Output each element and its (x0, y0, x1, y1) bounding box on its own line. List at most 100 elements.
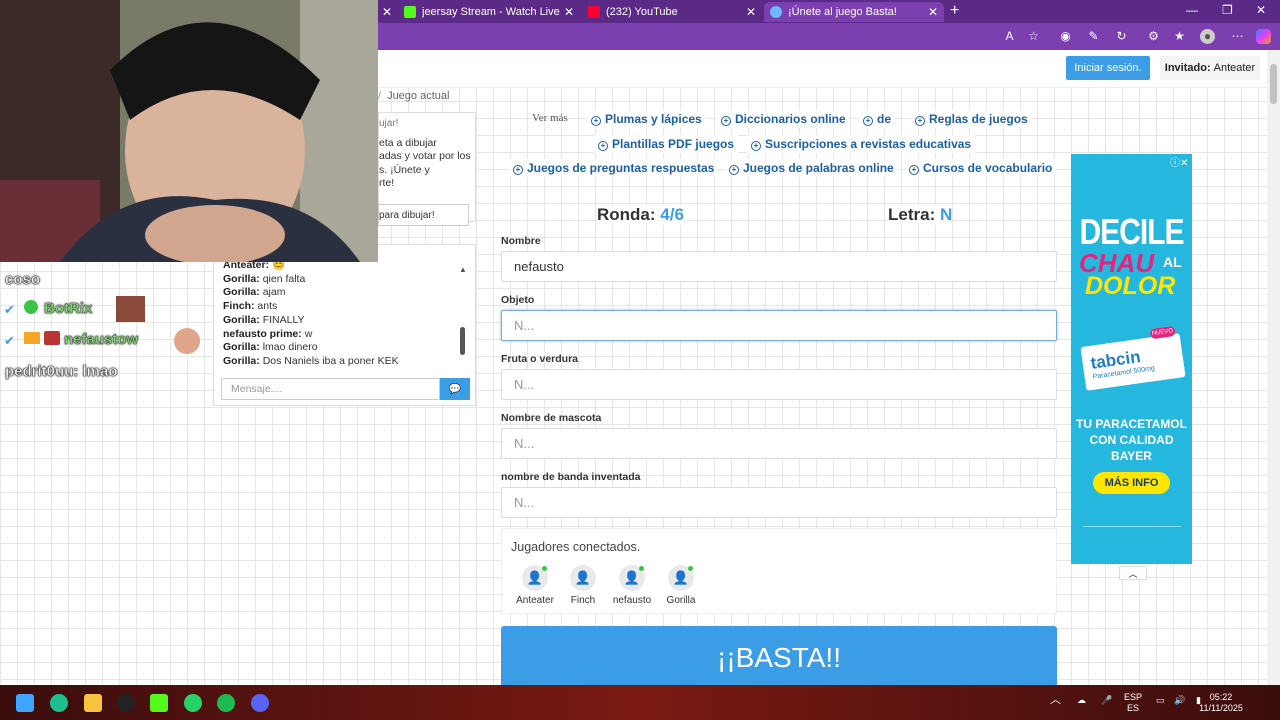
chat-bubble-icon: 💬 (448, 383, 462, 395)
copilot-icon[interactable] (1256, 29, 1271, 44)
close-icon[interactable]: ✕ (928, 5, 938, 19)
clock[interactable]: 05:22 11/11/2025 (1196, 692, 1246, 714)
tab-youtube[interactable]: (232) YouTube ✕ (582, 2, 762, 22)
letter-value: N (939, 205, 953, 224)
login-button[interactable]: Iniciar sesión. (1066, 56, 1150, 80)
whatsapp-icon[interactable] (184, 694, 202, 712)
tab-label: ¡Únete al juego Basta! (788, 6, 897, 18)
chevron-up-icon[interactable]: ︿ (1050, 695, 1061, 706)
check-icon: ✔ (4, 302, 15, 317)
webcam-overlay (0, 0, 378, 262)
file-explorer-icon[interactable] (84, 694, 102, 712)
mascota-input[interactable]: N... (501, 428, 1057, 459)
field-label-nombre: Nombre (501, 235, 541, 247)
suggestion-chip[interactable]: + Cursos de vocabulario (905, 159, 1057, 177)
info-line: adas y votar por los (379, 150, 471, 162)
tab-label: (232) YouTube (606, 6, 678, 18)
suggestion-chip[interactable]: + Juegos de palabras online (725, 159, 898, 177)
favorite-star-icon[interactable]: ☆ (1026, 29, 1041, 44)
nombre-input[interactable]: nefausto (501, 251, 1057, 282)
send-message-button[interactable]: 💬 (440, 378, 470, 400)
guest-name: Anteater (1213, 62, 1256, 74)
profile-avatar-icon[interactable]: ● (1200, 29, 1215, 44)
field-label-mascota: Nombre de mascota (501, 412, 602, 424)
advertisement[interactable]: DECILE CHAU AL DOLOR tabcin Paracetamol … (1071, 154, 1192, 564)
ad-cta-button[interactable]: MÁS INFO (1093, 472, 1170, 494)
user-star-icon: 👤 (522, 565, 548, 591)
suggestion-chip[interactable]: + Suscripciones a revistas educativas (747, 135, 976, 153)
microphone-icon[interactable]: 🎤 (1101, 695, 1112, 706)
tab-basta[interactable]: ¡Únete al juego Basta! ✕ (764, 2, 944, 22)
windows-start-icon[interactable] (16, 694, 34, 712)
emote-image (116, 296, 145, 322)
chat-scrollbar[interactable]: ▲ (459, 265, 467, 365)
kick-app-icon[interactable] (150, 694, 168, 712)
player-item: 👤 Gorilla (657, 565, 705, 606)
edge-icon[interactable] (50, 694, 68, 712)
overlay-chat-line: BotRix (44, 300, 93, 318)
menu-dots-icon[interactable]: ⋯ (1230, 29, 1245, 44)
globe-icon (770, 6, 782, 18)
fruta-input[interactable]: N... (501, 369, 1057, 400)
ad-fineprint (1083, 526, 1181, 550)
user-icon: 👤 (668, 565, 694, 591)
tab-close-prev[interactable]: ✕ (380, 2, 394, 22)
youtube-icon (588, 6, 600, 18)
new-tab-button[interactable]: + (950, 2, 959, 20)
user-icon: 👤 (619, 565, 645, 591)
favorites-icon[interactable]: ★ (1172, 29, 1187, 44)
maximize-button[interactable]: ❐ (1222, 3, 1233, 17)
language-indicator[interactable]: ESP ES (1124, 692, 1142, 714)
scroll-thumb[interactable] (460, 327, 465, 355)
chat-message-input[interactable]: Mensaje.... (221, 378, 440, 400)
field-label-fruta: Fruta o verdura (501, 353, 579, 365)
suggestion-chip[interactable]: + Plumas y lápices (587, 110, 706, 128)
chat-message: Gorilla: lmao dinero (223, 341, 318, 354)
check-icon: ✔ (4, 333, 15, 348)
suggestion-chip[interactable]: + Reglas de juegos (911, 110, 1032, 128)
network-icon[interactable]: ▭ (1156, 695, 1165, 706)
cloud-icon[interactable]: ☁ (1077, 695, 1086, 706)
basta-button[interactable]: ¡¡BASTA!! (501, 626, 1057, 685)
window-close-button[interactable]: ✕ (1256, 3, 1266, 17)
taskbar: ︿ ☁ 🎤 ESP ES ▭ 🔊 ▮ 05:22 11/11/2025 (0, 685, 1280, 720)
chat-panel: Anteater: 😊 Gorilla: qien falta Gorilla:… (213, 244, 476, 406)
suggestion-chip[interactable]: + de (859, 110, 896, 128)
ad-line4: DOLOR (1085, 272, 1176, 300)
field-label-banda: nombre de banda inventada (501, 471, 641, 483)
minimize-button[interactable]: — (1186, 3, 1198, 17)
spotify-icon[interactable] (217, 694, 235, 712)
close-icon[interactable]: ✕ (746, 5, 756, 19)
refresh-icon[interactable]: ↻ (1114, 29, 1129, 44)
scroll-up-icon[interactable]: ▲ (459, 265, 467, 274)
overlay-chat-line: pedrit0uu: lmao (5, 363, 118, 381)
page-scrollbar[interactable] (1267, 50, 1280, 685)
player-item: 👤 Anteater (511, 565, 559, 606)
suggestion-chip[interactable]: + Juegos de preguntas respuestas (509, 159, 719, 177)
tab-kick[interactable]: jeersay Stream - Watch Live on Ki ✕ (398, 2, 580, 22)
extension-icon[interactable]: ◉ (1058, 29, 1073, 44)
scroll-thumb[interactable] (1270, 64, 1277, 104)
draw-button[interactable]: para dibujar! (378, 204, 469, 226)
ad-info-icon[interactable]: ⓘ✕ (1170, 154, 1188, 169)
info-line: s. ¡Únete y (379, 163, 430, 176)
banda-input[interactable]: N... (501, 487, 1057, 518)
ad-collapse-button[interactable]: ︿ (1119, 566, 1147, 580)
objeto-input[interactable]: N... (501, 310, 1057, 341)
translate-icon[interactable]: ✎ (1086, 29, 1101, 44)
close-icon[interactable]: ✕ (564, 5, 574, 19)
player-item: 👤 Finch (559, 565, 607, 606)
guest-prefix: Invitado: (1164, 62, 1211, 74)
suggestion-chip[interactable]: + Plantillas PDF juegos (594, 135, 739, 153)
read-aloud-icon[interactable]: A (1002, 29, 1017, 44)
chat-message: nefausto prime: w (223, 327, 313, 340)
tab-label: jeersay Stream - Watch Live on Ki (422, 6, 562, 18)
see-more-label: Ver más (532, 112, 568, 124)
volume-icon[interactable]: 🔊 (1174, 695, 1185, 706)
obs-icon[interactable] (117, 694, 135, 712)
guest-badge: Invitado: Anteater (1160, 56, 1260, 80)
player-item: 👤 nefausto (608, 565, 656, 606)
discord-icon[interactable] (251, 694, 269, 712)
extensions-icon[interactable]: ⚙ (1146, 29, 1161, 44)
suggestion-chip[interactable]: + Diccionarios online (717, 110, 850, 128)
